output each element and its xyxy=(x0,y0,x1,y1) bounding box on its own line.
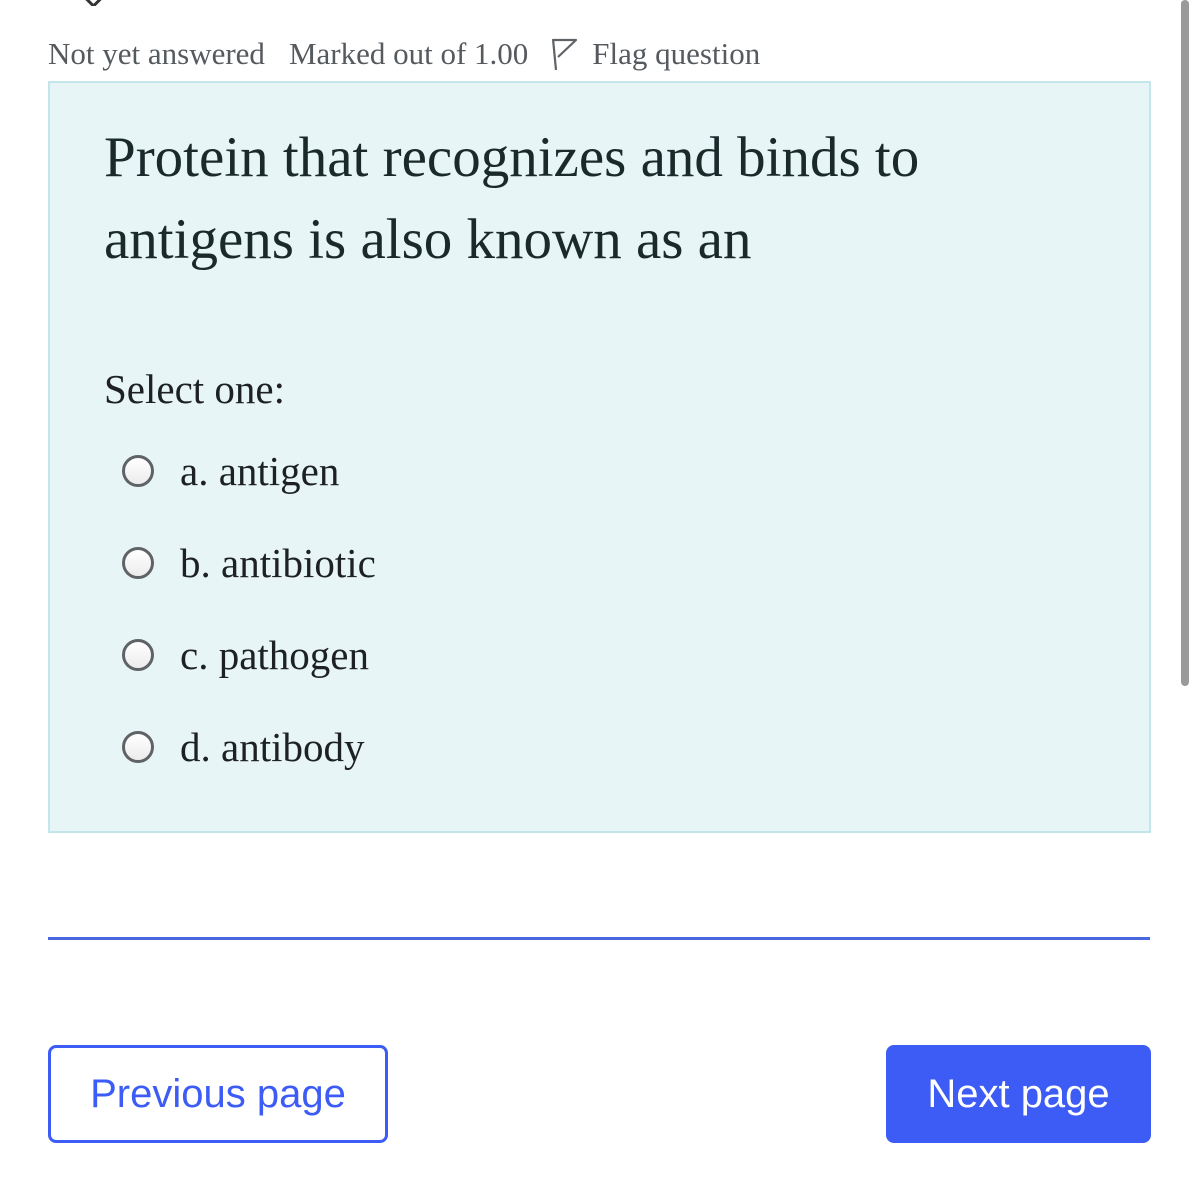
radio-button[interactable] xyxy=(122,639,154,671)
answer-option-b[interactable]: b. antibiotic xyxy=(122,517,376,609)
answer-label[interactable]: a. antigen xyxy=(180,447,339,495)
divider xyxy=(48,937,1150,940)
answer-option-c[interactable]: c. pathogen xyxy=(122,609,376,701)
answer-label[interactable]: d. antibody xyxy=(180,723,364,771)
select-one-prompt: Select one: xyxy=(104,366,286,412)
question-info: Not yet answered Marked out of 1.00 Flag… xyxy=(48,34,760,74)
previous-page-button[interactable]: Previous page xyxy=(48,1045,388,1143)
question-grade: Marked out of 1.00 xyxy=(288,36,529,71)
answer-label[interactable]: b. antibiotic xyxy=(180,539,376,587)
next-page-button[interactable]: Next page xyxy=(886,1045,1151,1143)
answer-list: a. antigen b. antibiotic c. pathogen d. … xyxy=(122,425,376,793)
radio-button[interactable] xyxy=(122,731,154,763)
answer-option-a[interactable]: a. antigen xyxy=(122,425,376,517)
question-state: Not yet answered xyxy=(48,36,265,71)
question-text: Protein that recognizes and binds to ant… xyxy=(104,126,920,271)
radio-button[interactable] xyxy=(122,547,154,579)
radio-button[interactable] xyxy=(122,455,154,487)
flag-question-button[interactable]: Flag question xyxy=(550,36,760,72)
answer-option-d[interactable]: d. antibody xyxy=(122,701,376,793)
chevron-down-icon xyxy=(84,0,102,6)
flag-question-label: Flag question xyxy=(592,36,761,71)
scrollbar[interactable] xyxy=(1181,0,1189,686)
question-box: Protein that recognizes and binds to ant… xyxy=(48,81,1151,833)
flag-icon xyxy=(552,38,578,71)
answer-label[interactable]: c. pathogen xyxy=(180,631,369,679)
